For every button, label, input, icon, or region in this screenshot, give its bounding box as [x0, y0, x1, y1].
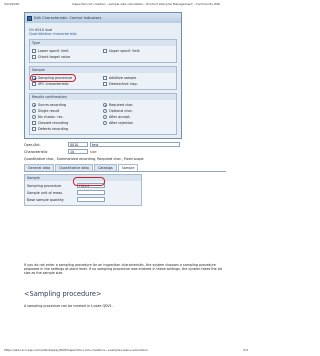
base-sample-quantity-field[interactable]	[77, 197, 105, 202]
optional-char-radio[interactable]	[103, 109, 107, 113]
spc-characteristic-checkbox[interactable]	[32, 82, 36, 86]
tab-quantitative-data[interactable]: Quantitative data	[55, 164, 93, 171]
defects-recording-checkbox[interactable]	[32, 127, 36, 131]
check-target-value-option[interactable]: Check target value	[32, 54, 103, 60]
spc-characteristic-option[interactable]: SPC characteristic	[32, 81, 103, 87]
sap-screen: Edit Characteristic: Control Indicators …	[24, 12, 226, 206]
upper-spec-limit-option[interactable]: Upper specif. limit	[103, 48, 174, 54]
characteristic-label: Characteristic	[24, 149, 48, 154]
sample-unit-row: Sample unit of meas.	[27, 189, 139, 196]
after-accept-radio[interactable]	[103, 115, 107, 119]
oper-field[interactable]: 0010	[68, 142, 88, 147]
tab-catalogs[interactable]: Catalogs	[93, 164, 117, 171]
results-group: Results confirmation Summ.recording Sing…	[29, 93, 177, 135]
sampling-procedure-heading: <Sampling procedure>	[24, 290, 102, 298]
base-sample-quantity-row: Base sample quantity	[27, 196, 139, 203]
oper-label: Oper./Act.	[24, 142, 41, 147]
sampling-procedure-text: A sampling procedure can be created in t…	[24, 304, 113, 308]
print-header: 3/24/2020 Inspection lot creation - samp…	[4, 2, 248, 7]
print-url: https://wiki.scn.sap.com/wiki/display/PL…	[4, 348, 148, 352]
char-type-label: Quantitative characteristic	[29, 32, 77, 36]
control-indicators-dialog: Edit Characteristic: Control Indicators …	[24, 12, 182, 139]
characteristic-field[interactable]: 10	[68, 149, 88, 154]
info-line: Quantitative char., Summarized recording…	[24, 156, 144, 161]
additive-sample-checkbox[interactable]	[103, 76, 107, 80]
oper-row: Oper./Act. 0010 test	[24, 141, 226, 148]
dialog-titlebar: Edit Characteristic: Control Indicators	[25, 13, 181, 23]
no-charac-rec-radio[interactable]	[32, 115, 36, 119]
characteristic-detail: Oper./Act. 0010 test Characteristic 10 s…	[24, 141, 226, 206]
characteristic-row: Characteristic 10 size	[24, 148, 226, 155]
sample-group: Sample Sampling procedure SPC characteri…	[29, 66, 177, 90]
sample-box: Sample Sampling procedure FIX1-5 Sample …	[24, 174, 142, 206]
tab-general-data[interactable]: General data	[24, 164, 55, 171]
highlight-circle-2	[73, 177, 105, 186]
sampling-procedure-option[interactable]: Sampling procedure	[30, 74, 103, 82]
sample-unit-label: Sample unit of meas.	[27, 190, 64, 195]
summ-recording-radio[interactable]	[32, 103, 36, 107]
characteristic-text: size	[90, 149, 97, 154]
defects-recording-option[interactable]: Defects recording	[32, 126, 103, 132]
classed-recording-checkbox[interactable]	[32, 121, 36, 125]
print-page: 2/3	[243, 348, 248, 352]
print-footer: https://wiki.scn.sap.com/wiki/display/PL…	[4, 348, 248, 353]
after-rejection-option[interactable]: After rejection	[103, 120, 174, 126]
destructive-insp-checkbox[interactable]	[103, 82, 107, 86]
after-rejection-radio[interactable]	[103, 121, 107, 125]
print-date: 3/24/2020	[4, 2, 20, 6]
sampling-procedure-label: Sampling procedure	[27, 183, 62, 188]
tab-strip: General data Quantitative data Catalogs …	[24, 164, 226, 172]
results-group-title: Results confirmation	[30, 94, 176, 100]
lower-spec-limit-checkbox[interactable]	[32, 49, 36, 53]
print-title: Inspection lot creation - sample size ca…	[72, 2, 221, 6]
dialog-title: Edit Characteristic: Control Indicators	[34, 16, 102, 20]
tab-sample[interactable]: Sample	[117, 164, 139, 171]
base-sample-quantity-label: Base sample quantity	[27, 197, 64, 202]
destructive-insp-option[interactable]: Destructive insp.	[103, 81, 174, 87]
upper-spec-limit-checkbox[interactable]	[103, 49, 107, 53]
sample-unit-field[interactable]	[77, 190, 105, 195]
explanation-paragraph: If you do not enter a sampling procedure…	[24, 263, 222, 276]
sampling-procedure-checkbox[interactable]	[32, 76, 36, 80]
type-group-title: Type	[30, 40, 176, 46]
type-group: Type Lower specif. limit Check target va…	[29, 39, 177, 63]
single-result-radio[interactable]	[32, 109, 36, 113]
window-icon	[27, 15, 32, 21]
sample-group-title: Sample	[30, 67, 176, 73]
check-target-value-checkbox[interactable]	[32, 55, 36, 59]
required-char-radio[interactable]	[103, 103, 107, 107]
oper-text-field[interactable]: test	[90, 142, 180, 147]
